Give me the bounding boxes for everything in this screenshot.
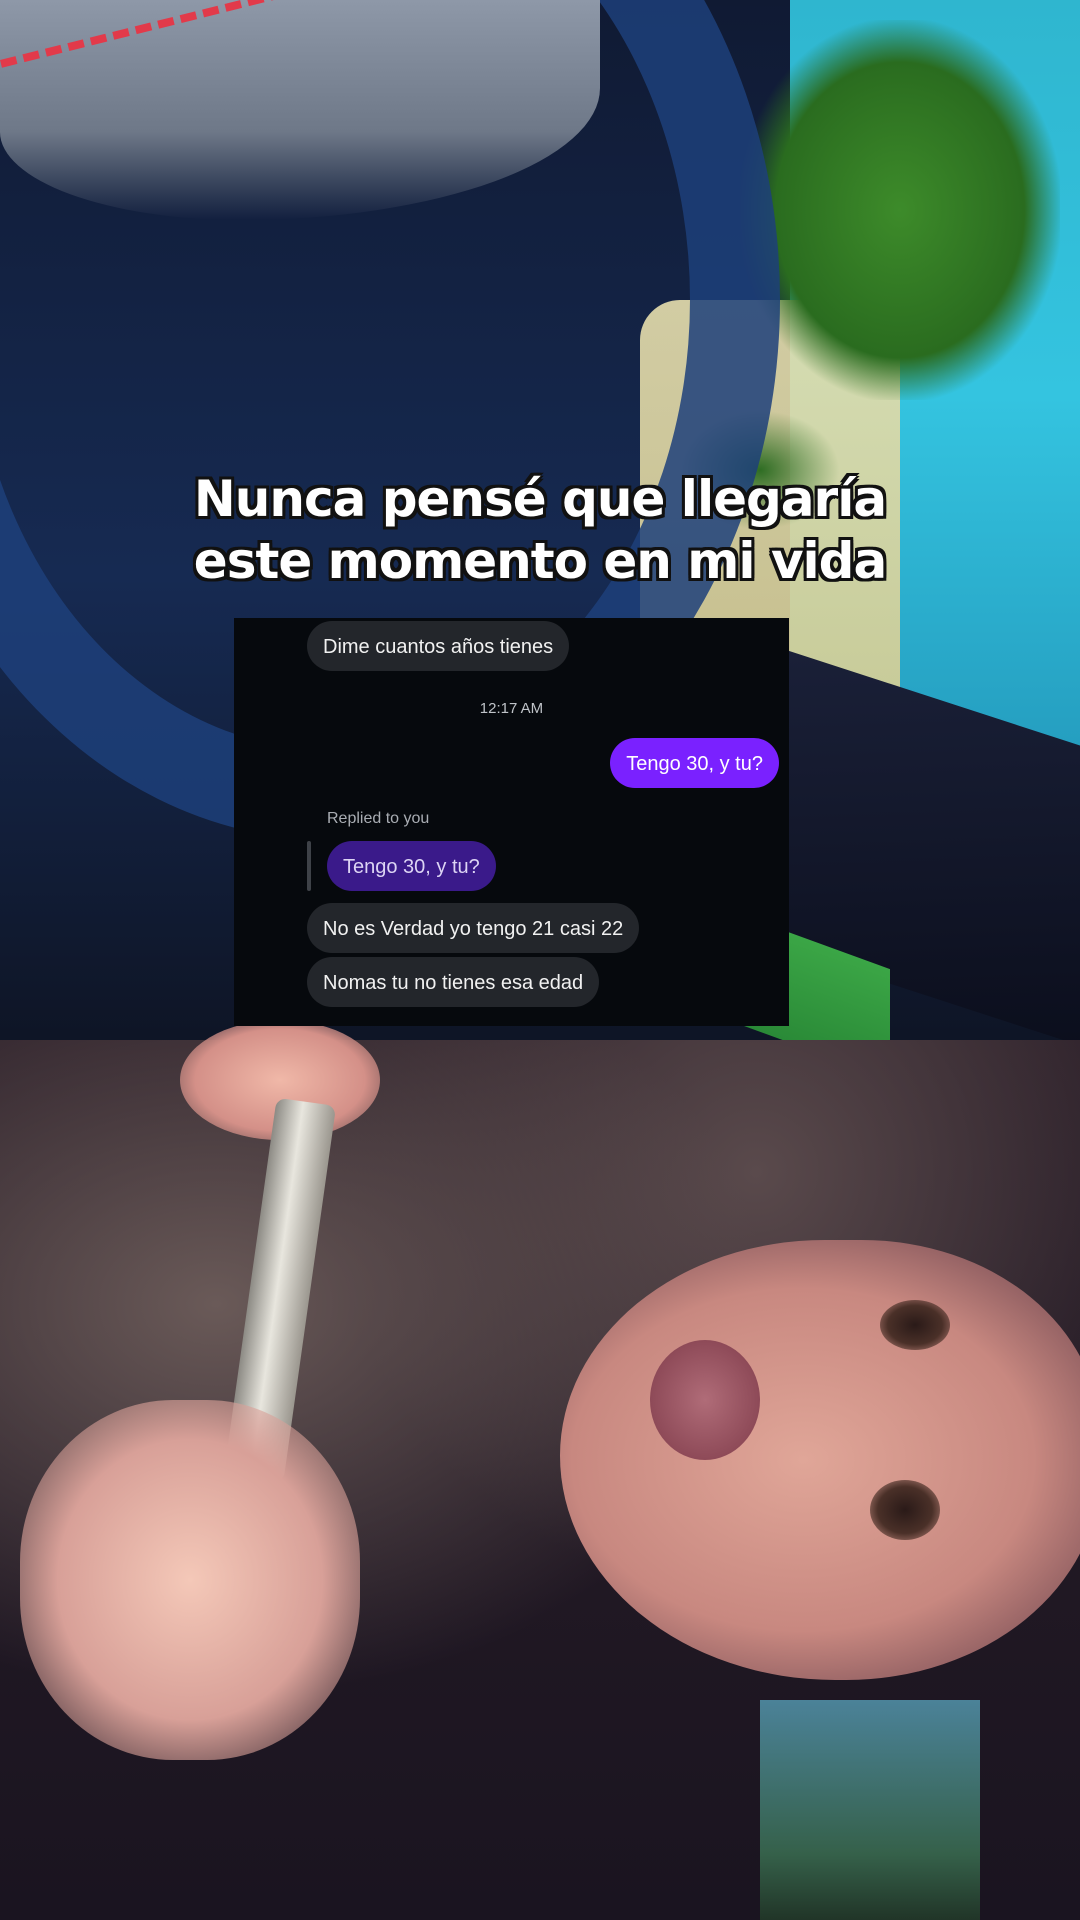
chat-screenshot: Dime cuantos años tienes 12:17 AM Tengo … [234,618,789,1026]
message-bubble-sent: Tengo 30, y tu? [610,738,779,788]
message-bubble-received: Nomas tu no tienes esa edad [307,957,600,1007]
caption-line-2: este momento en mi vida [193,532,887,590]
window-trees [760,1700,980,1920]
reply-label: Replied to you [327,810,430,827]
message-timestamp: 12:17 AM [479,700,544,717]
message-bubble-received: No es Verdad yo tengo 21 casi 22 [307,903,640,953]
lips [650,1340,760,1460]
reply-indicator-bar [307,841,311,891]
hand [20,1400,360,1760]
eye-right [870,1480,940,1540]
tree-foliage [740,20,1060,400]
caption-overlay: Nunca pensé que llegaría este momento en… [0,468,1080,592]
quoted-message-bubble: Tengo 30, y tu? [327,841,496,891]
caption-line-1: Nunca pensé que llegaría [193,470,887,528]
video-frame: Nunca pensé que llegaría este momento en… [0,0,1080,1920]
eye-left [880,1300,950,1350]
message-bubble-received: Dime cuantos años tienes [307,621,570,671]
